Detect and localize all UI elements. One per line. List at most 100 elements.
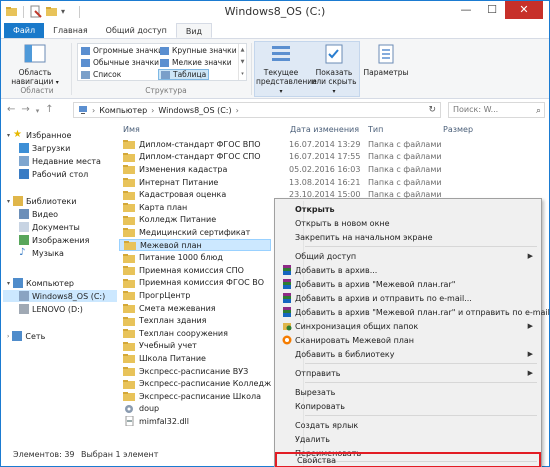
navigation-pane-icon bbox=[24, 44, 46, 63]
layout-large-icons[interactable]: Крупные значки bbox=[160, 46, 237, 55]
nav-drive-c[interactable]: Windows8_OS (C:) bbox=[3, 290, 117, 302]
file-type: Папка с файлами bbox=[368, 177, 442, 187]
menu-item-properties[interactable]: Свойства bbox=[275, 452, 541, 467]
chevron-down-icon[interactable]: ▾ bbox=[7, 198, 10, 205]
menu-item-add-email[interactable]: Добавить в архив и отправить по e-mail..… bbox=[277, 291, 539, 305]
menu-add-rar-label: Добавить в архив "Межевой план.rar" bbox=[295, 279, 456, 289]
file-name: Интернат Питание bbox=[123, 177, 218, 188]
menu-shortcut-label: Создать ярлык bbox=[295, 420, 359, 430]
context-menu: Открыть Открыть в новом окне Закрепить н… bbox=[274, 198, 550, 467]
menu-add-rar-email-label: Добавить в архив "Межевой план.rar" и от… bbox=[295, 307, 550, 317]
table-row[interactable]: Изменения кадастра 05.02.2016 16:03 Папка … bbox=[119, 163, 549, 176]
navigation-pane-button[interactable]: Область навигации ▾ bbox=[7, 42, 63, 87]
antivirus-icon bbox=[282, 335, 292, 345]
minimize-button[interactable]: — bbox=[453, 1, 479, 19]
normal-icons-icon bbox=[81, 58, 90, 67]
menu-item-add-archive[interactable]: Добавить в архив... bbox=[277, 263, 539, 277]
nav-music[interactable]: ♪ Музыка bbox=[19, 247, 64, 259]
chevron-down-icon[interactable]: ▾ bbox=[7, 280, 10, 287]
table-row[interactable]: Диплом-стандарт ФГОС ВПО 16.07.2014 13:29… bbox=[119, 138, 549, 151]
nav-network[interactable]: › Сеть bbox=[7, 330, 45, 342]
close-button[interactable]: ✕ bbox=[505, 1, 543, 19]
tab-share[interactable]: Общий доступ bbox=[97, 23, 176, 38]
file-date: 16.07.2014 17:55 bbox=[289, 152, 361, 162]
column-header-size[interactable]: Размер bbox=[443, 125, 473, 137]
nav-recent[interactable]: Недавние места bbox=[19, 155, 101, 167]
tab-home[interactable]: Главная bbox=[44, 23, 97, 38]
nav-downloads[interactable]: Загрузки bbox=[19, 142, 70, 154]
options-icon bbox=[378, 44, 394, 64]
nav-video[interactable]: Видео bbox=[19, 208, 58, 220]
folder-icon bbox=[123, 140, 135, 150]
table-row[interactable]: Интернат Питание 13.08.2014 16:21 Папка с … bbox=[119, 176, 549, 189]
nav-drive-d[interactable]: LENOVO (D:) bbox=[19, 303, 83, 315]
chevron-down-icon[interactable]: › bbox=[7, 333, 9, 340]
up-arrow-icon[interactable]: ↑ bbox=[45, 104, 53, 118]
search-input[interactable]: Поиск: W... ⌕ bbox=[448, 102, 545, 118]
menu-item-copy[interactable]: Копировать bbox=[277, 399, 539, 413]
column-header-name[interactable]: Имя bbox=[123, 125, 140, 137]
menu-item-open-new-window[interactable]: Открыть в новом окне bbox=[277, 216, 539, 230]
options-label: Параметры bbox=[363, 68, 409, 77]
folder-icon bbox=[123, 178, 135, 188]
address-bar[interactable]: › Компьютер › Windows8_OS (C:) › ↻ bbox=[73, 102, 441, 118]
file-name: Экспресс-расписание Колледж bbox=[123, 379, 271, 389]
menu-cut-label: Вырезать bbox=[295, 387, 336, 397]
drive-icon bbox=[19, 304, 29, 314]
menu-item-library[interactable]: Добавить в библиотеку ▶ bbox=[277, 347, 539, 361]
file-date: 05.02.2016 16:03 bbox=[289, 164, 361, 174]
file-name-text: Приемная комиссия ФГОС ВО bbox=[139, 278, 265, 288]
file-name-text: doup bbox=[139, 404, 160, 414]
file-name: Экспресс-расписание ВУЗ bbox=[123, 366, 248, 377]
breadcrumb-drive[interactable]: Windows8_OS (C:) bbox=[158, 106, 231, 115]
maximize-button[interactable]: ☐ bbox=[479, 1, 505, 19]
menu-item-open[interactable]: Открыть bbox=[277, 202, 539, 216]
nav-recent-label: Недавние места bbox=[32, 156, 101, 166]
menu-send-to-label: Отправить bbox=[295, 368, 341, 378]
menu-item-cut[interactable]: Вырезать bbox=[277, 385, 539, 399]
menu-item-create-shortcut[interactable]: Создать ярлык bbox=[277, 418, 539, 432]
options-button[interactable]: Параметры bbox=[363, 42, 409, 77]
nav-desktop[interactable]: Рабочий стол bbox=[19, 168, 88, 180]
nav-documents[interactable]: Документы bbox=[19, 221, 80, 233]
menu-item-pin-start[interactable]: Закрепить на начальном экране bbox=[277, 230, 539, 244]
layout-list[interactable]: Список bbox=[81, 70, 121, 79]
layout-huge-icons[interactable]: Огромные значки bbox=[81, 46, 163, 55]
tab-view[interactable]: Вид bbox=[175, 23, 213, 38]
menu-item-send-to[interactable]: Отправить ▶ bbox=[277, 366, 539, 380]
file-name-text: Учебный учет bbox=[139, 341, 197, 351]
menu-item-add-rar-email[interactable]: Добавить в архив "Межевой план.rar" и от… bbox=[277, 305, 550, 319]
menu-item-delete[interactable]: Удалить bbox=[277, 432, 539, 446]
table-row[interactable]: Диплом-стандарт ФГОС СПО 16.07.2014 17:55… bbox=[119, 151, 549, 164]
nav-libraries[interactable]: ▾ Библиотеки bbox=[7, 195, 76, 207]
layout-table[interactable]: Таблица bbox=[158, 69, 210, 80]
menu-item-share[interactable]: Общий доступ ▶ bbox=[277, 249, 539, 263]
chevron-down-icon[interactable]: ▾ bbox=[36, 104, 40, 118]
file-name: Кадастровая оценка bbox=[123, 190, 226, 200]
column-header-type[interactable]: Тип bbox=[368, 125, 383, 137]
gallery-scroll[interactable]: ▲ ▼ ▾ bbox=[238, 44, 246, 80]
nav-favorites[interactable]: ▾ ★ Избранное bbox=[7, 129, 71, 141]
tab-file[interactable]: Файл bbox=[4, 23, 45, 38]
nav-computer[interactable]: ▾ Компьютер bbox=[7, 277, 74, 289]
menu-item-scan[interactable]: Сканировать Межевой план bbox=[277, 333, 539, 347]
back-arrow-icon[interactable]: ← bbox=[7, 104, 15, 118]
breadcrumb-computer[interactable]: Компьютер bbox=[99, 106, 147, 115]
column-header-date[interactable]: Дата изменения bbox=[290, 125, 359, 137]
layout-small-icons[interactable]: Мелкие значки bbox=[160, 58, 232, 67]
menu-separator bbox=[305, 363, 537, 364]
menu-item-sync[interactable]: Синхронизация общих папок ▶ bbox=[277, 319, 539, 333]
chevron-down-icon[interactable]: ▾ bbox=[7, 132, 10, 139]
refresh-icon[interactable]: ↻ bbox=[428, 105, 436, 115]
nav-images[interactable]: Изображения bbox=[19, 234, 89, 246]
current-view-button[interactable]: Текущее представление ▾ bbox=[256, 42, 317, 96]
show-hide-button[interactable]: Показать или скрыть ▾ bbox=[309, 42, 359, 96]
layout-normal-icons[interactable]: Обычные значки bbox=[81, 58, 159, 67]
winrar-icon bbox=[283, 307, 291, 317]
computer-icon bbox=[13, 278, 24, 288]
forward-arrow-icon[interactable]: → bbox=[21, 104, 29, 118]
small-icons-icon bbox=[160, 58, 169, 67]
file-name-text: Смета межевания bbox=[139, 303, 216, 313]
table-row[interactable]: Межевой план bbox=[119, 238, 271, 252]
menu-item-add-rar[interactable]: Добавить в архив "Межевой план.rar" bbox=[277, 277, 539, 291]
